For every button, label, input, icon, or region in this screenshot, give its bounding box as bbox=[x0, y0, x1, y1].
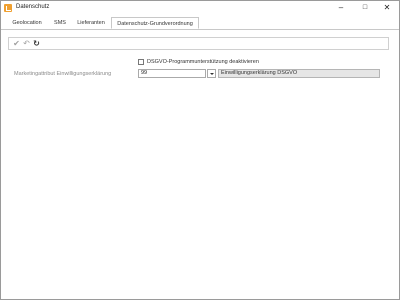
marketing-attribute-description: Einwilligungserklärung DSGVO bbox=[218, 69, 380, 78]
close-button[interactable]: ✕ bbox=[379, 2, 395, 13]
tab-bar: Geolocation SMS Lieferanten Datenschutz-… bbox=[1, 17, 399, 30]
tab-datenschutz-grundverordnung[interactable]: Datenschutz-Grundverordnung bbox=[111, 17, 199, 29]
app-icon bbox=[4, 4, 12, 12]
marketing-attribute-input[interactable]: 99 bbox=[138, 69, 206, 78]
tab-lieferanten[interactable]: Lieferanten bbox=[73, 18, 109, 28]
undo-icon[interactable]: ↶ bbox=[22, 39, 31, 48]
window-title: Datenschutz bbox=[16, 4, 50, 10]
title-bar: Datenschutz – □ ✕ bbox=[1, 1, 399, 15]
toolbar: ✔ ↶ ↻ bbox=[8, 37, 389, 50]
refresh-icon[interactable]: ↻ bbox=[32, 39, 41, 48]
dsgvo-disable-checkbox[interactable] bbox=[138, 59, 144, 65]
dsgvo-disable-label: DSGVO-Programmunterstützung deaktivieren bbox=[147, 59, 259, 65]
marketing-attribute-label: Marketingattribut Einwilligungserklärung bbox=[14, 71, 112, 77]
tab-sms[interactable]: SMS bbox=[49, 18, 71, 28]
tab-geolocation[interactable]: Geolocation bbox=[7, 18, 47, 28]
checkmark-icon[interactable]: ✔ bbox=[12, 39, 21, 48]
main-window: Datenschutz – □ ✕ Geolocation SMS Liefer… bbox=[0, 0, 400, 300]
maximize-button[interactable]: □ bbox=[357, 2, 373, 13]
minimize-button[interactable]: – bbox=[333, 2, 349, 13]
marketing-attribute-dropdown-button[interactable] bbox=[207, 69, 216, 78]
